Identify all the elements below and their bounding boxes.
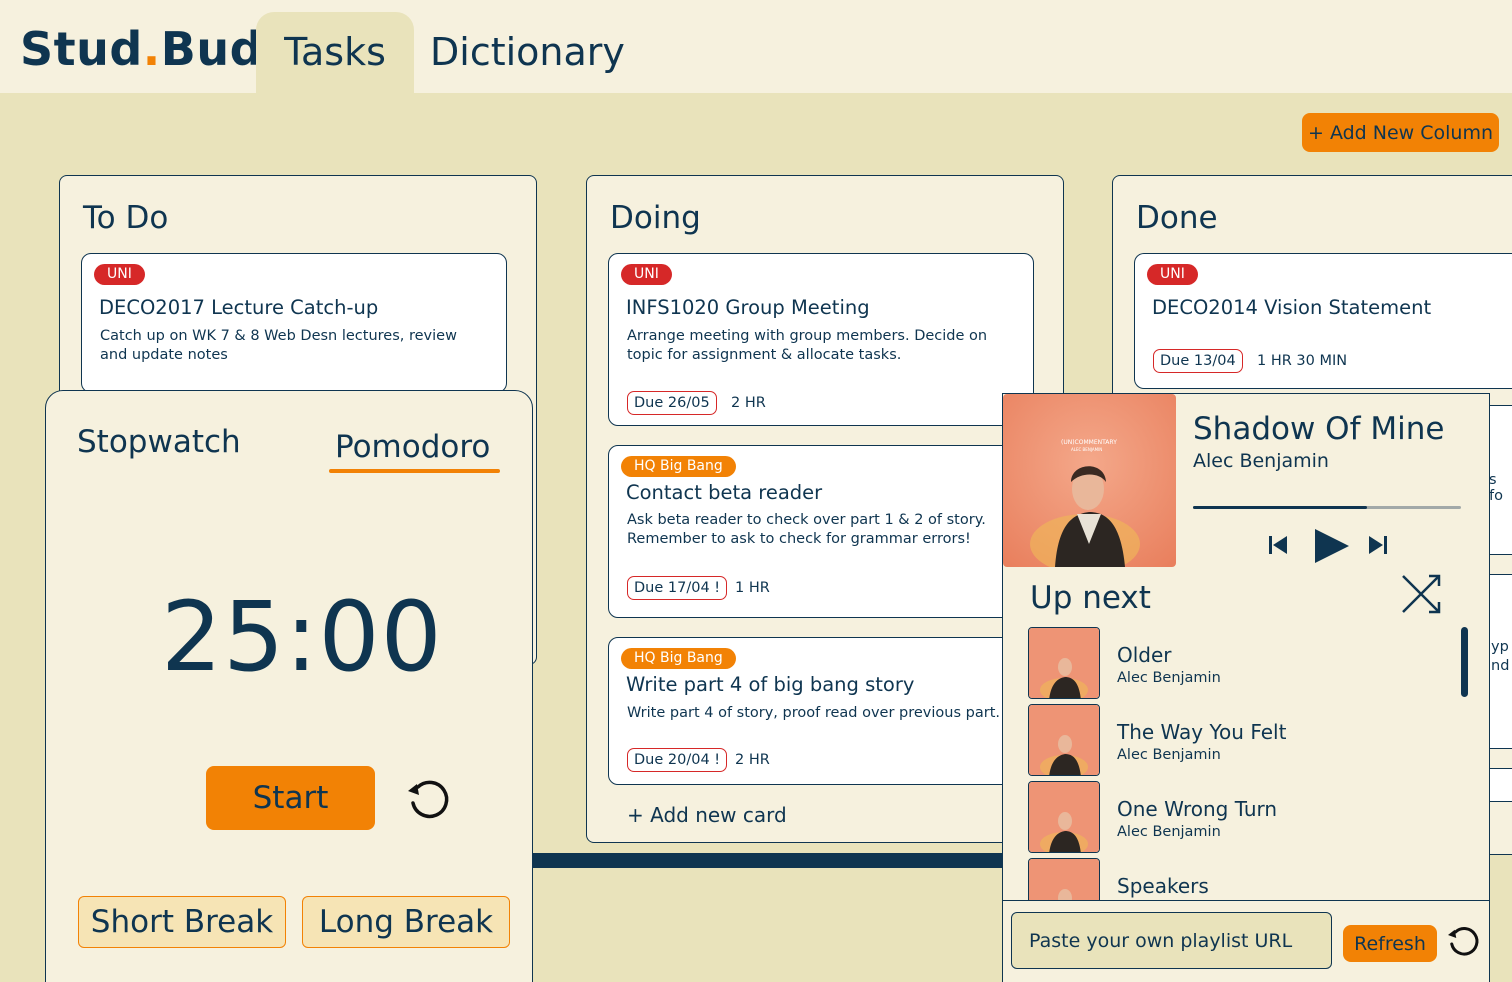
track-title: Older [1117,643,1172,667]
add-new-column-button[interactable]: + Add New Column [1302,113,1499,152]
top-nav: Stud.Bud Tasks Dictionary [0,0,1512,93]
track-thumbnail [1028,704,1100,776]
music-player-panel: (UN)COMMENTARY ALEC BENJAMIN Shadow Of M… [1002,393,1490,982]
playlist-url-input[interactable] [1011,912,1332,969]
tag-badge: HQ Big Bang [621,456,736,477]
task-card[interactable]: UNI INFS1020 Group Meeting Arrange meeti… [608,253,1034,426]
card-title: INFS1020 Group Meeting [626,296,870,319]
queue-item[interactable]: The Way You Felt Alec Benjamin [1028,704,1448,776]
up-next-heading: Up next [1030,580,1151,616]
shuffle-icon[interactable] [1401,574,1441,614]
playlist-url-bar: Refresh [1003,900,1489,982]
card-description-fragment: yp [1491,639,1509,655]
track-artist: Alec Benjamin [1117,670,1221,686]
track-thumbnail [1028,627,1100,699]
task-card-partial[interactable]: s fo [1488,405,1512,555]
duration-label: 1 HR 30 MIN [1257,353,1348,369]
logo-text-a: Stud [20,22,143,76]
card-description: Arrange meeting with group members. Deci… [627,328,988,363]
timer-display: 25:00 [161,581,443,693]
now-playing-artist: Alec Benjamin [1193,450,1329,472]
tag-badge: UNI [1147,264,1198,285]
duration-label: 2 HR [735,752,770,768]
card-description: Ask beta reader to check over part 1 & 2… [627,512,986,547]
album-art: (UN)COMMENTARY ALEC BENJAMIN [1003,394,1176,567]
next-track-icon[interactable] [1368,534,1388,556]
track-title: The Way You Felt [1117,720,1287,744]
task-card-partial[interactable]: yp nd [1488,574,1512,749]
queue-item[interactable]: Older Alec Benjamin [1028,627,1448,699]
tag-badge: UNI [621,264,672,285]
mode-tab-stopwatch[interactable]: Stopwatch [77,424,241,460]
due-date-badge: Due 26/05 [627,391,717,415]
tag-badge: HQ Big Bang [621,648,736,669]
refresh-button[interactable]: Refresh [1343,925,1437,962]
task-card-partial[interactable] [1488,768,1512,802]
track-thumbnail [1028,781,1100,853]
card-description: Catch up on WK 7 & 8 Web Desn lectures, … [100,328,457,363]
playback-progress-fill [1193,506,1368,509]
card-description: Write part 4 of story, proof read over p… [627,705,1000,721]
tag-badge: UNI [94,264,145,285]
add-new-card-button[interactable]: + Add new card [627,803,787,827]
pomodoro-timer-panel: Stopwatch Pomodoro 25:00 Start Short Bre… [45,390,533,982]
logo-text-b: Bud [160,22,264,76]
track-title: Speakers [1117,874,1209,898]
tab-dictionary[interactable]: Dictionary [404,12,651,93]
card-title: DECO2014 Vision Statement [1152,296,1432,319]
track-thumbnail [1028,858,1100,900]
due-date-badge: Due 17/04 ! [627,576,728,600]
task-card[interactable]: UNI DECO2014 Vision Statement Due 13/04 … [1134,253,1512,389]
horizontal-scrollbar[interactable] [533,853,1003,868]
card-title: Contact beta reader [626,481,823,504]
track-artist: Alec Benjamin [1117,747,1221,763]
app-logo[interactable]: Stud.Bud [20,22,263,76]
track-artist: Alec Benjamin [1117,824,1221,840]
long-break-button[interactable]: Long Break [302,896,510,948]
task-card[interactable]: HQ Big Bang Contact beta reader Ask beta… [608,445,1034,618]
start-button[interactable]: Start [206,766,375,830]
mode-tab-pomodoro[interactable]: Pomodoro [335,429,490,465]
album-title-text: (UN)COMMENTARY [1061,439,1117,446]
reload-icon[interactable] [1445,923,1481,959]
card-title: DECO2017 Lecture Catch-up [99,296,379,319]
task-card[interactable]: UNI DECO2017 Lecture Catch-up Catch up o… [81,253,507,393]
active-tab-indicator [329,469,500,473]
column-title: Doing [610,200,701,236]
duration-label: 2 HR [731,395,766,411]
album-artist-text: ALEC BENJAMIN [1071,447,1103,452]
queue-scrollbar[interactable] [1461,627,1468,697]
column-title: To Do [83,200,169,236]
short-break-button[interactable]: Short Break [78,896,286,948]
duration-label: 1 HR [735,580,770,596]
column-title: Done [1136,200,1218,236]
card-title: Write part 4 of big bang story [626,673,915,696]
logo-dot: . [142,22,161,76]
column-doing: Doing UNI INFS1020 Group Meeting Arrange… [586,175,1064,843]
task-card[interactable]: HQ Big Bang Write part 4 of big bang sto… [608,637,1034,785]
due-date-badge: Due 13/04 [1153,349,1243,373]
queue-item[interactable]: Speakers [1028,858,1448,900]
card-description-fragment: nd [1491,658,1510,674]
now-playing-title: Shadow Of Mine [1193,411,1445,447]
queue-item[interactable]: One Wrong Turn Alec Benjamin [1028,781,1448,853]
reset-icon[interactable] [404,775,452,823]
track-title: One Wrong Turn [1117,797,1278,821]
card-description-fragment: s fo [1489,472,1503,504]
playback-progress-bar[interactable] [1193,506,1461,509]
tab-tasks[interactable]: Tasks [256,12,414,93]
play-icon[interactable] [1313,527,1351,565]
due-date-badge: Due 20/04 ! [627,748,728,772]
previous-track-icon[interactable] [1268,534,1288,556]
